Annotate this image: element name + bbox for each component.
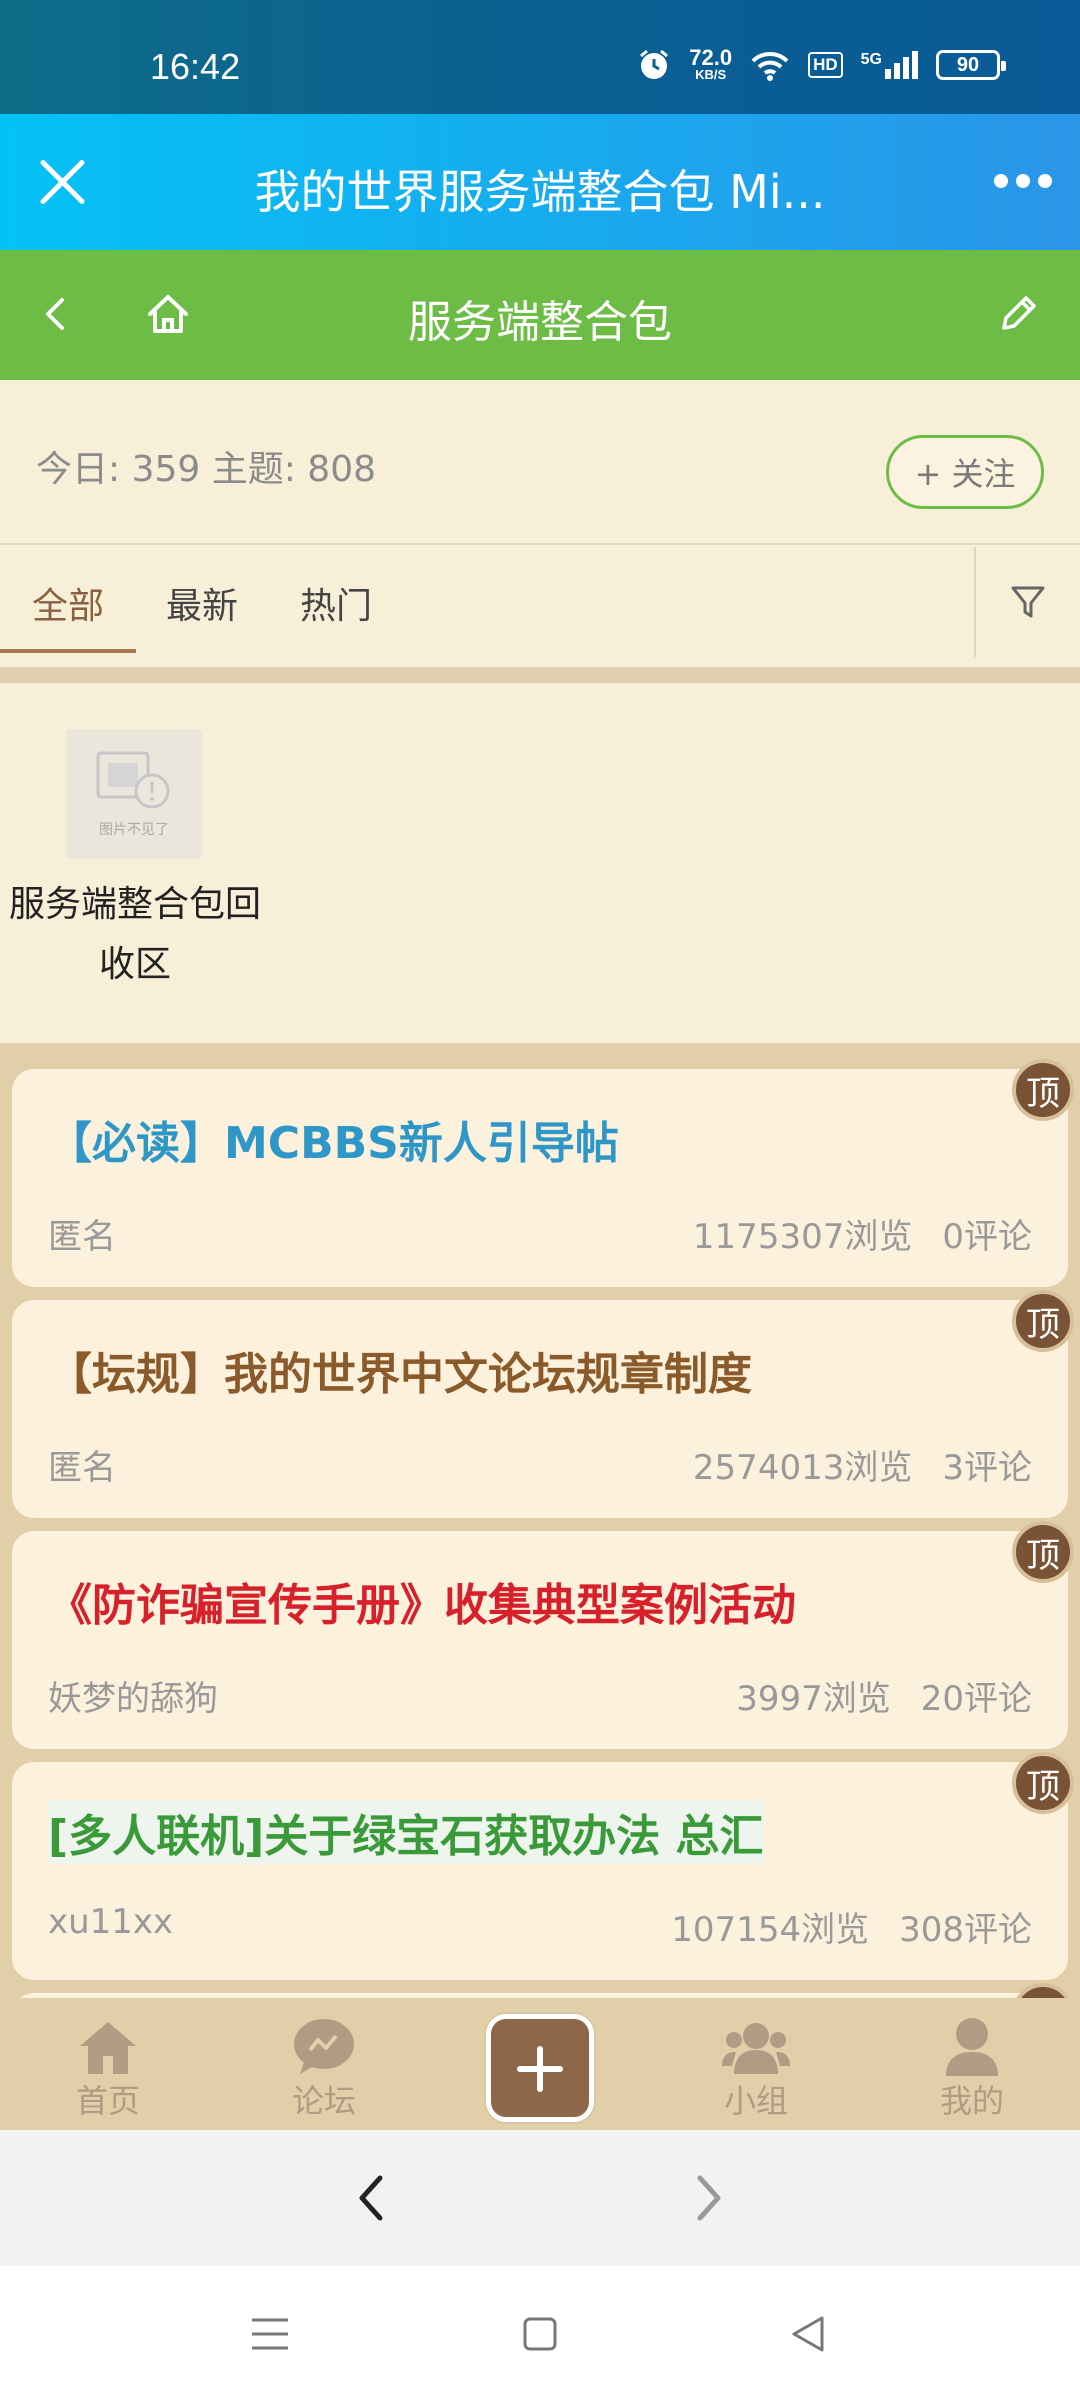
tab-profile[interactable]: 我的	[902, 1998, 1042, 2122]
subforum-section: 图片不见了 服务端整合包回收区	[0, 683, 1080, 1043]
post-card[interactable]: 【必读】MCBBS新人引导帖 匿名 1175307浏览 0评论 顶	[12, 1059, 1074, 1287]
pinned-badge: 顶	[1012, 1752, 1074, 1814]
post-meta: 3997浏览 20评论	[736, 1671, 1032, 1720]
tab-home[interactable]: 首页	[38, 1998, 178, 2122]
tab-forum[interactable]: 论坛	[254, 1998, 394, 2122]
forum-stats-text: 今日: 359 主题: 808	[36, 449, 377, 490]
filter-funnel-icon	[1011, 586, 1045, 618]
thumbnail-caption: 图片不见了	[99, 822, 169, 838]
filter-tabs: 全部 最新 热门	[0, 547, 1080, 657]
post-views: 1175307浏览	[692, 1217, 913, 1257]
forum-title: 服务端整合包	[408, 297, 672, 348]
post-author: 匿名	[48, 1448, 116, 1488]
post-author: xu11xx	[48, 1902, 174, 1942]
post-views: 2574013浏览	[692, 1448, 913, 1488]
post-views: 3997浏览	[736, 1679, 891, 1719]
subforum-name[interactable]: 服务端整合包回收区	[0, 875, 270, 995]
tab-hot[interactable]: 热门	[300, 577, 372, 629]
system-back-icon[interactable]	[788, 2314, 828, 2354]
more-options-icon[interactable]	[994, 174, 1052, 188]
forum-chat-icon	[294, 2019, 354, 2074]
post-card[interactable]: [多人联机]关于绿宝石获取办法 总汇 xu11xx 107154浏览 308评论 …	[12, 1752, 1074, 1980]
recent-apps-icon[interactable]	[250, 2316, 290, 2352]
page-title: 我的世界服务端整合包 Mi...	[254, 165, 826, 219]
system-nav-bar	[0, 2266, 1080, 2400]
subforum-thumbnail[interactable]: 图片不见了	[66, 729, 202, 859]
post-title[interactable]: [多人联机]关于绿宝石获取办法 总汇	[48, 1800, 764, 1864]
signal-icon: 5G	[861, 51, 918, 79]
pinned-badge: 顶	[1012, 1059, 1074, 1121]
browser-back-icon[interactable]	[352, 2170, 392, 2226]
app-title-bar: 我的世界服务端整合包 Mi...	[0, 114, 1080, 250]
tab-group-label: 小组	[723, 2082, 788, 2120]
bottom-tab-bar: 首页 论坛 小组 我的	[0, 1998, 1080, 2130]
browser-nav-bar	[0, 2130, 1080, 2266]
post-meta: 1175307浏览 0评论	[693, 1209, 1032, 1258]
edit-pencil-icon[interactable]	[996, 290, 1042, 336]
profile-icon	[946, 2018, 998, 2076]
forum-nav-bar: 服务端整合包	[0, 250, 1080, 380]
tab-group[interactable]: 小组	[686, 1998, 826, 2122]
post-title[interactable]: 【坛规】我的世界中文论坛规章制度	[48, 1338, 752, 1402]
battery-indicator: 90	[936, 50, 1006, 80]
group-icon	[722, 2023, 790, 2074]
section-divider	[0, 667, 1080, 683]
create-post-button[interactable]	[486, 2014, 594, 2122]
broken-image-icon	[96, 751, 170, 809]
post-author: 妖梦的舔狗	[48, 1679, 218, 1719]
post-card[interactable]: 【坛规】我的世界中文论坛规章制度 匿名 2574013浏览 3评论 顶	[12, 1290, 1074, 1518]
post-comments: 3评论	[942, 1448, 1032, 1488]
status-bar: 16:42 72.0 KB/S HD 5G 90	[0, 0, 1080, 114]
tab-all[interactable]: 全部	[32, 577, 104, 629]
post-comments: 0评论	[942, 1217, 1032, 1257]
active-tab-indicator	[0, 649, 136, 653]
pinned-badge: 顶	[1012, 1290, 1074, 1352]
home-square-icon[interactable]	[522, 2316, 558, 2352]
post-views: 107154浏览	[671, 1910, 870, 1950]
post-card[interactable]: 《防诈骗宣传手册》收集典型案例活动 妖梦的舔狗 3997浏览 20评论 顶	[12, 1521, 1074, 1749]
follow-button[interactable]: + 关注	[886, 435, 1044, 509]
post-title[interactable]: 《防诈骗宣传手册》收集典型案例活动	[48, 1569, 796, 1633]
tab-home-label: 首页	[75, 2082, 140, 2120]
post-comments: 20评论	[920, 1679, 1032, 1719]
close-icon[interactable]	[36, 156, 88, 208]
wifi-icon	[751, 51, 789, 81]
post-author: 匿名	[48, 1217, 116, 1257]
net-speed: 72.0 KB/S	[689, 45, 733, 82]
status-icons: 72.0 KB/S HD 5G 90	[637, 45, 1006, 82]
pinned-badge	[1012, 1983, 1074, 1998]
tab-profile-label: 我的	[939, 2082, 1004, 2120]
post-title[interactable]: 【必读】MCBBS新人引导帖	[48, 1107, 619, 1171]
post-meta: 2574013浏览 3评论	[693, 1440, 1032, 1489]
tab-latest[interactable]: 最新	[166, 577, 238, 629]
post-feed: 【必读】MCBBS新人引导帖 匿名 1175307浏览 0评论 顶 【坛规】我的世…	[0, 1043, 1080, 1998]
home-icon	[80, 2022, 136, 2074]
post-comments: 308评论	[899, 1910, 1032, 1950]
browser-forward-icon[interactable]	[688, 2170, 728, 2226]
tab-forum-label: 论坛	[291, 2082, 356, 2120]
status-time: 16:42	[150, 46, 241, 87]
post-meta: 107154浏览 308评论	[671, 1902, 1032, 1951]
hd-badge: HD	[808, 52, 843, 78]
alarm-icon	[640, 49, 669, 79]
filter-button[interactable]	[974, 547, 1080, 657]
forum-stats: 今日: 359 主题: 808 + 关注	[0, 380, 1080, 545]
pinned-badge: 顶	[1012, 1521, 1074, 1583]
